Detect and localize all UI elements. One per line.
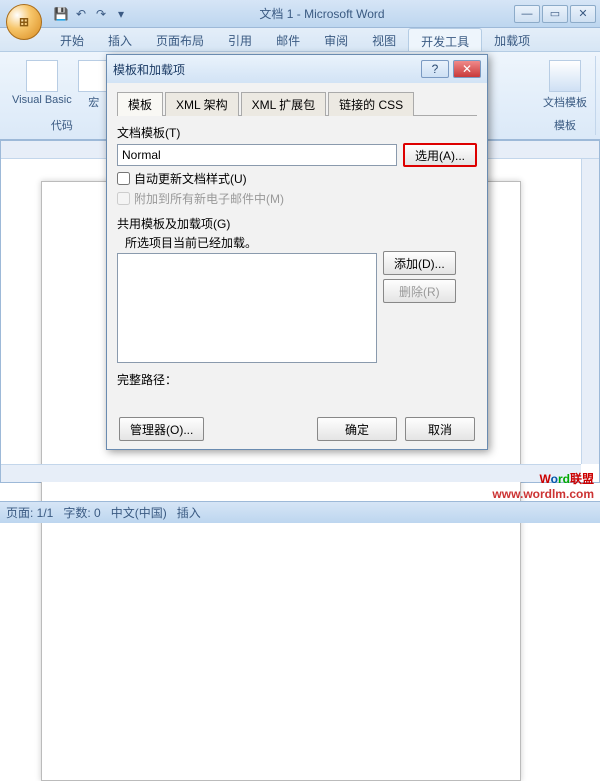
watermark: Word联盟 www.wordlm.com xyxy=(492,470,594,501)
dlg-tab-xmlexp[interactable]: XML 扩展包 xyxy=(241,92,327,116)
ribbon-group-code: Visual Basic 宏 代码 xyxy=(4,56,121,135)
office-button[interactable]: ⊞ xyxy=(6,4,42,40)
wm-w: W xyxy=(540,472,551,486)
attach-email-checkbox: 附加到所有新电子邮件中(M) xyxy=(117,190,477,207)
doc-template-input[interactable] xyxy=(117,144,397,166)
tab-references[interactable]: 引用 xyxy=(216,28,264,51)
wm-cn: 联盟 xyxy=(570,472,594,486)
redo-icon[interactable]: ↷ xyxy=(92,5,110,23)
maximize-button[interactable]: ▭ xyxy=(542,5,568,23)
dialog-titlebar: 模板和加载项 ? ✕ xyxy=(107,55,487,83)
dlg-tab-css[interactable]: 链接的 CSS xyxy=(328,92,414,116)
dialog-close-button[interactable]: ✕ xyxy=(453,60,481,78)
vb-label: Visual Basic xyxy=(12,94,72,106)
tab-addins[interactable]: 加载项 xyxy=(482,28,542,51)
group-template-label: 模板 xyxy=(554,117,576,133)
addins-listbox[interactable] xyxy=(117,253,377,363)
minimize-button[interactable]: — xyxy=(514,5,540,23)
status-mode[interactable]: 插入 xyxy=(177,504,201,521)
dialog-tabs: 模板 XML 架构 XML 扩展包 链接的 CSS xyxy=(117,91,477,116)
select-template-button[interactable]: 选用(A)... xyxy=(403,143,477,167)
status-page[interactable]: 页面: 1/1 xyxy=(6,504,53,521)
close-button[interactable]: ✕ xyxy=(570,5,596,23)
tab-mail[interactable]: 邮件 xyxy=(264,28,312,51)
addins-field-label: 共用模板及加载项(G) xyxy=(117,215,477,232)
attach-email-check-input xyxy=(117,192,130,205)
dlg-tab-template[interactable]: 模板 xyxy=(117,92,163,116)
status-bar: 页面: 1/1 字数: 0 中文(中国) 插入 xyxy=(0,501,600,523)
qat-more-icon[interactable]: ▾ xyxy=(112,5,130,23)
status-lang[interactable]: 中文(中国) xyxy=(111,504,167,521)
ribbon-group-templates: 文档模板 模板 xyxy=(535,56,596,135)
doc-template-label: 文档模板 xyxy=(543,94,587,110)
window-title: 文档 1 - Microsoft Word xyxy=(130,5,514,22)
macro-label: 宏 xyxy=(88,94,99,110)
tab-review[interactable]: 审阅 xyxy=(312,28,360,51)
tab-layout[interactable]: 页面布局 xyxy=(144,28,216,51)
vertical-scrollbar[interactable] xyxy=(581,159,599,464)
tab-home[interactable]: 开始 xyxy=(48,28,96,51)
templates-addins-dialog: 模板和加载项 ? ✕ 模板 XML 架构 XML 扩展包 链接的 CSS 文档模… xyxy=(106,54,488,450)
vb-icon[interactable] xyxy=(26,60,58,92)
title-bar: 💾 ↶ ↷ ▾ 文档 1 - Microsoft Word — ▭ ✕ xyxy=(0,0,600,28)
doc-template-icon[interactable] xyxy=(549,60,581,92)
tab-view[interactable]: 视图 xyxy=(360,28,408,51)
dlg-tab-xmlschema[interactable]: XML 架构 xyxy=(165,92,239,116)
macro-icon[interactable] xyxy=(78,60,110,92)
save-icon[interactable]: 💾 xyxy=(52,5,70,23)
auto-update-label: 自动更新文档样式(U) xyxy=(134,170,247,187)
doc-template-field-label: 文档模板(T) xyxy=(117,124,477,141)
dialog-title: 模板和加载项 xyxy=(113,61,417,78)
cancel-button[interactable]: 取消 xyxy=(405,417,475,441)
add-addin-button[interactable]: 添加(D)... xyxy=(383,251,456,275)
wm-rd: rd xyxy=(558,472,570,486)
group-code-label: 代码 xyxy=(51,117,73,133)
quick-access-toolbar: 💾 ↶ ↷ ▾ xyxy=(52,5,130,23)
ok-button[interactable]: 确定 xyxy=(317,417,397,441)
addins-note: 所选项目当前已经加载。 xyxy=(125,234,477,251)
manager-button[interactable]: 管理器(O)... xyxy=(119,417,204,441)
wm-o: o xyxy=(551,472,558,486)
attach-email-label: 附加到所有新电子邮件中(M) xyxy=(134,190,284,207)
auto-update-check-input[interactable] xyxy=(117,172,130,185)
ribbon-tabs: 开始 插入 页面布局 引用 邮件 审阅 视图 开发工具 加载项 xyxy=(0,28,600,52)
wm-url: www.wordlm.com xyxy=(492,487,594,501)
tab-insert[interactable]: 插入 xyxy=(96,28,144,51)
undo-icon[interactable]: ↶ xyxy=(72,5,90,23)
remove-addin-button: 删除(R) xyxy=(383,279,456,303)
status-words[interactable]: 字数: 0 xyxy=(63,504,100,521)
dialog-help-button[interactable]: ? xyxy=(421,60,449,78)
fullpath-label: 完整路径： xyxy=(117,371,477,388)
auto-update-checkbox[interactable]: 自动更新文档样式(U) xyxy=(117,170,477,187)
tab-developer[interactable]: 开发工具 xyxy=(408,28,482,51)
